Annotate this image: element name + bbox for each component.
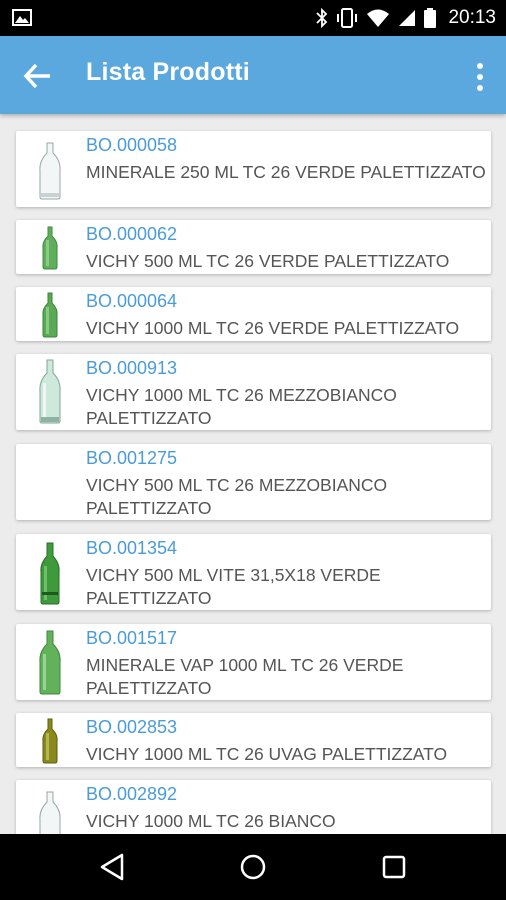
product-name: VICHY 1000 ML TC 26 UVAG PALETTIZZATO [86, 744, 448, 764]
bottle-thumbnail [42, 226, 58, 270]
product-item[interactable]: BO.000064 VICHY 1000 ML TC 26 VERDE PALE… [16, 287, 491, 341]
back-triangle-icon[interactable] [98, 852, 128, 882]
product-list[interactable]: BO.000058 MINERALE 250 ML TC 26 VERDE PA… [0, 114, 506, 834]
product-item[interactable]: BO.002853 VICHY 1000 ML TC 26 UVAG PALET… [16, 713, 491, 767]
bottle-thumbnail [39, 142, 61, 200]
battery-icon [424, 8, 437, 28]
product-name: VICHY 1000 ML TC 26 BIANCO [86, 811, 336, 831]
home-circle-icon[interactable] [238, 852, 268, 882]
product-item[interactable]: BO.000058 MINERALE 250 ML TC 26 VERDE PA… [16, 131, 491, 207]
bottle-thumbnail [39, 630, 61, 695]
product-code: BO.000058 [86, 135, 178, 155]
bottle-thumbnail [42, 292, 58, 338]
product-code: BO.000064 [86, 291, 178, 311]
arrow-back-icon[interactable] [20, 58, 56, 94]
signal-icon [399, 10, 416, 26]
product-item[interactable]: BO.002892 VICHY 1000 ML TC 26 BIANCO [16, 780, 491, 834]
product-name: MINERALE 250 ML TC 26 VERDE PALETTIZZATO [86, 162, 486, 182]
product-item[interactable]: BO.001354 VICHY 500 ML VITE 31,5X18 VERD… [16, 534, 491, 610]
app-bar: Lista Prodotti [0, 36, 506, 114]
product-item[interactable]: BO.001517 MINERALE VAP 1000 ML TC 26 VER… [16, 624, 491, 700]
product-code: BO.001354 [86, 538, 178, 558]
status-time: 20:13 [448, 7, 496, 28]
product-code: BO.000913 [86, 358, 178, 378]
product-name: VICHY 500 ML VITE 31,5X18 VERDE PALETTIZ… [86, 565, 381, 608]
bluetooth-icon [316, 8, 328, 28]
product-item[interactable]: BO.000913 VICHY 1000 ML TC 26 MEZZOBIANC… [16, 354, 491, 430]
product-code: BO.001517 [86, 628, 178, 648]
navigation-bar [0, 834, 506, 900]
product-name: VICHY 1000 ML TC 26 VERDE PALETTIZZATO [86, 318, 460, 338]
page-title: Lista Prodotti [86, 58, 250, 86]
product-code: BO.002892 [86, 784, 178, 804]
bottle-thumbnail [39, 791, 61, 834]
product-code: BO.001275 [86, 448, 178, 468]
bottle-thumbnail [40, 542, 60, 605]
recents-square-icon[interactable] [379, 852, 409, 882]
product-name: VICHY 500 ML TC 26 VERDE PALETTIZZATO [86, 251, 450, 271]
product-name: VICHY 1000 ML TC 26 MEZZOBIANCO PALETTIZ… [86, 385, 397, 428]
wifi-icon [367, 9, 390, 27]
product-name: MINERALE VAP 1000 ML TC 26 VERDE PALETTI… [86, 655, 404, 698]
bottle-thumbnail [39, 359, 61, 424]
status-icons: 20:13 [316, 0, 496, 36]
image-notification-icon [12, 9, 32, 26]
bottle-thumbnail [42, 718, 58, 764]
product-name: VICHY 500 ML TC 26 MEZZOBIANCO PALETTIZZ… [86, 475, 388, 518]
status-bar: 20:13 [0, 0, 506, 36]
vibrate-icon [337, 8, 358, 28]
product-code: BO.002853 [86, 717, 178, 737]
product-code: BO.000062 [86, 224, 178, 244]
more-vert-icon[interactable] [474, 62, 486, 92]
product-item[interactable]: BO.001275 VICHY 500 ML TC 26 MEZZOBIANCO… [16, 444, 491, 520]
product-item[interactable]: BO.000062 VICHY 500 ML TC 26 VERDE PALET… [16, 220, 491, 274]
